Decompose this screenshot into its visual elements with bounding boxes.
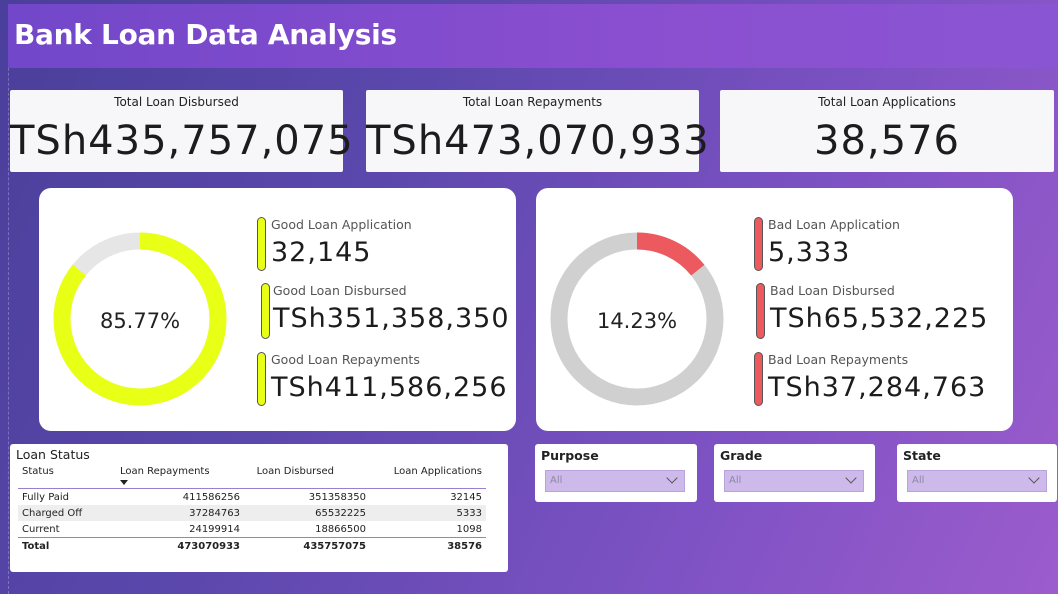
slicer-title: Grade [720, 448, 763, 463]
bad-loan-percent: 14.23% [596, 309, 678, 333]
slicer-title: Purpose [541, 448, 599, 463]
cell-status: Charged Off [18, 505, 112, 521]
accent-bar [261, 283, 270, 339]
column-header-loan-disbursed[interactable]: Loan Disbursed [244, 466, 370, 489]
cell-loan-repayments: 37284763 [112, 505, 244, 521]
canvas-border [8, 8, 9, 594]
bad-loan-card[interactable]: 14.23% Bad Loan Application 5,333 Bad Lo… [536, 188, 1013, 431]
kpi-title: Total Loan Disbursed [114, 95, 239, 109]
state-dropdown[interactable]: All [907, 470, 1047, 492]
column-header-loan-applications[interactable]: Loan Applications [370, 466, 486, 489]
loan-status-title: Loan Status [16, 447, 90, 462]
column-header-label: Loan Repayments [120, 466, 210, 477]
cell-loan-repayments: 411586256 [182, 491, 240, 503]
cell-loan-disbursed: 65532225 [244, 505, 370, 521]
metric-label: Good Loan Repayments [271, 352, 420, 367]
metric-value: TSh65,532,225 [770, 303, 989, 334]
cell-total-label: Total [18, 537, 112, 554]
accent-bar [257, 352, 266, 406]
slicer-title: State [903, 448, 941, 463]
metric-value: TSh37,284,763 [768, 372, 987, 403]
cell-loan-disbursed: 351358350 [308, 491, 366, 503]
table-row[interactable]: Charged Off 37284763 65532225 5333 [18, 505, 486, 521]
cell-status: Current [22, 523, 60, 535]
kpi-title: Total Loan Repayments [462, 95, 603, 109]
page-header: Bank Loan Data Analysis [8, 4, 1058, 68]
good-loan-card[interactable]: 85.77% Good Loan Application 32,145 Good… [39, 188, 516, 431]
kpi-total-loan-applications[interactable]: Total Loan Applications 38,576 [720, 90, 1054, 172]
chevron-down-icon [1028, 472, 1040, 484]
cell-total-loan-applications: 38576 [370, 537, 486, 554]
cell-status: Fully Paid [22, 491, 70, 503]
accent-bar [756, 283, 765, 339]
metric-label: Bad Loan Application [768, 217, 900, 232]
chevron-down-icon [666, 472, 678, 484]
cell-loan-applications: 5333 [370, 505, 486, 521]
dropdown-value: All [729, 475, 742, 486]
kpi-value: 38,576 [814, 118, 960, 164]
table-header-row: Status Loan Repayments Loan Disbursed Lo… [18, 466, 486, 489]
cell-loan-repayments: 24199914 [189, 523, 240, 535]
loan-status-table-card[interactable]: Loan Status Status Loan Repayments Loan … [10, 444, 508, 572]
kpi-title: Total Loan Applications [818, 95, 956, 109]
cell-total-loan-repayments: 473070933 [112, 537, 244, 554]
kpi-value: TSh435,757,075 [10, 118, 354, 164]
page-title: Bank Loan Data Analysis [14, 18, 397, 51]
cell-loan-applications: 32145 [450, 491, 482, 503]
metric-label: Bad Loan Repayments [768, 352, 909, 367]
sort-descending-icon [120, 480, 128, 485]
table-row[interactable]: Current 24199914 18866500 1098 [18, 521, 486, 538]
column-header-label: Loan Disbursed [256, 466, 334, 477]
accent-bar [754, 352, 763, 406]
table-total-row: Total 473070933 435757075 38576 [18, 537, 486, 554]
column-header-loan-repayments[interactable]: Loan Repayments [112, 466, 244, 489]
kpi-total-loan-disbursed[interactable]: Total Loan Disbursed TSh435,757,075 [10, 90, 354, 172]
good-loan-percent: 85.77% [99, 309, 181, 333]
grade-dropdown[interactable]: All [724, 470, 864, 492]
metric-value: 5,333 [768, 237, 851, 268]
metric-label: Good Loan Application [271, 217, 412, 232]
column-header-status[interactable]: Status [18, 466, 112, 489]
cell-total-loan-disbursed: 435757075 [244, 537, 370, 554]
purpose-slicer: Purpose All [535, 444, 697, 502]
metric-value: TSh411,586,256 [271, 372, 508, 403]
dropdown-value: All [550, 475, 563, 486]
table-row[interactable]: Fully Paid 411586256 351358350 32145 [18, 489, 486, 506]
kpi-total-loan-repayments[interactable]: Total Loan Repayments TSh473,070,933 [366, 90, 710, 172]
kpi-value: TSh473,070,933 [366, 118, 710, 164]
purpose-dropdown[interactable]: All [545, 470, 685, 492]
metric-value: 32,145 [271, 237, 372, 268]
cell-loan-disbursed: 18866500 [315, 523, 366, 535]
accent-bar [754, 217, 763, 271]
dropdown-value: All [912, 475, 925, 486]
cell-loan-applications: 1098 [456, 523, 482, 535]
metric-value: TSh351,358,350 [273, 303, 510, 334]
metric-label: Bad Loan Disbursed [770, 283, 895, 298]
metric-label: Good Loan Disbursed [273, 283, 407, 298]
accent-bar [257, 217, 266, 271]
chevron-down-icon [845, 472, 857, 484]
state-slicer: State All [897, 444, 1057, 502]
grade-slicer: Grade All [714, 444, 875, 502]
loan-status-table[interactable]: Status Loan Repayments Loan Disbursed Lo… [18, 466, 486, 554]
